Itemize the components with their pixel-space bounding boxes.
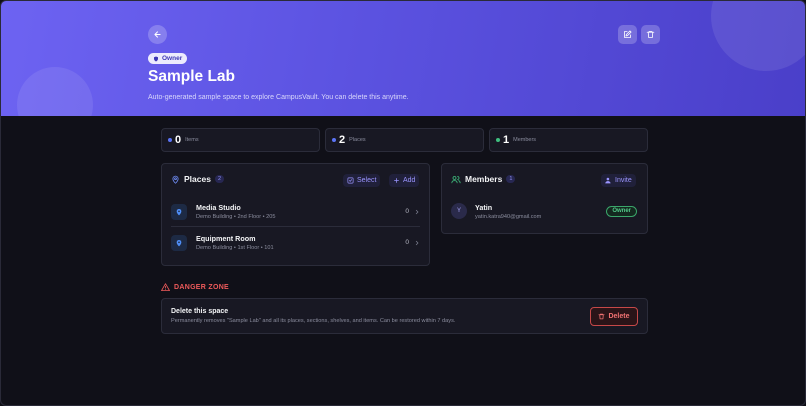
decorative-circle bbox=[17, 67, 93, 116]
select-button[interactable]: Select bbox=[343, 174, 381, 187]
place-location: Demo Building • 2nd Floor • 205 bbox=[196, 214, 276, 220]
row-divider bbox=[171, 226, 420, 227]
stat-dot bbox=[496, 138, 500, 142]
map-pin-icon bbox=[175, 239, 183, 247]
users-icon bbox=[451, 175, 461, 184]
member-row: Y Yatin yatin.katra940@gmail.com Owner bbox=[451, 200, 638, 222]
delete-space-title: Delete this space bbox=[171, 308, 229, 315]
delete-button[interactable]: Delete bbox=[590, 307, 638, 326]
danger-zone-label: DANGER ZONE bbox=[174, 283, 230, 291]
stat-places: 2 Places bbox=[325, 128, 484, 152]
invite-button[interactable]: Invite bbox=[601, 174, 636, 187]
member-name: Yatin bbox=[475, 202, 493, 212]
edit-space-button[interactable] bbox=[618, 25, 637, 44]
plus-icon bbox=[393, 177, 400, 184]
add-place-button[interactable]: Add bbox=[389, 174, 420, 187]
member-email: yatin.katra940@gmail.com bbox=[475, 213, 542, 220]
stat-value: 1 bbox=[503, 134, 510, 146]
back-button[interactable] bbox=[148, 25, 167, 44]
chevron-right-icon bbox=[414, 240, 420, 246]
decorative-circle bbox=[711, 1, 805, 71]
place-info: Equipment Room Demo Building • 1st Floor… bbox=[196, 234, 405, 251]
delete-label: Delete bbox=[608, 313, 630, 320]
space-header: Owner Sample Lab Auto-generated sample s… bbox=[1, 1, 805, 116]
place-row[interactable]: Media Studio Demo Building • 2nd Floor •… bbox=[171, 198, 420, 225]
delete-space-description: Permanently removes "Sample Lab" and all… bbox=[171, 318, 456, 324]
warning-icon bbox=[161, 283, 170, 291]
chevron-right-icon bbox=[414, 209, 420, 215]
place-item-count: 0 bbox=[405, 208, 409, 215]
place-info: Media Studio Demo Building • 2nd Floor •… bbox=[196, 203, 405, 220]
stat-value: 0 bbox=[175, 134, 182, 146]
app-window: Owner Sample Lab Auto-generated sample s… bbox=[0, 0, 806, 406]
add-label: Add bbox=[403, 177, 416, 184]
page-subtitle: Auto-generated sample space to explore C… bbox=[148, 94, 409, 101]
shield-icon bbox=[153, 56, 159, 62]
map-pin-icon bbox=[175, 208, 183, 216]
place-item-count: 0 bbox=[405, 239, 409, 246]
place-icon bbox=[171, 203, 187, 220]
trash-icon bbox=[598, 313, 605, 320]
arrow-left-icon bbox=[153, 30, 162, 39]
place-location: Demo Building • 1st Floor • 101 bbox=[196, 245, 274, 251]
edit-icon bbox=[623, 30, 632, 39]
delete-space-header-button[interactable] bbox=[641, 25, 660, 44]
avatar: Y bbox=[451, 203, 467, 219]
user-plus-icon bbox=[605, 177, 612, 184]
stat-dot bbox=[332, 138, 336, 142]
member-role-badge: Owner bbox=[606, 205, 637, 217]
danger-zone-card: Delete this space Permanently removes "S… bbox=[161, 298, 648, 334]
checkbox-icon bbox=[347, 177, 354, 184]
invite-label: Invite bbox=[615, 177, 632, 184]
stat-label: Items bbox=[185, 137, 199, 143]
places-card: Places 2 Select Add Media Studio Demo Bu… bbox=[161, 163, 430, 266]
members-title: Members bbox=[465, 174, 503, 184]
trash-icon bbox=[646, 30, 655, 39]
danger-zone-heading: DANGER ZONE bbox=[161, 283, 229, 291]
places-count-badge: 2 bbox=[214, 175, 225, 183]
places-header: Places 2 bbox=[171, 174, 225, 184]
place-icon bbox=[171, 234, 187, 251]
page-title: Sample Lab bbox=[148, 68, 235, 85]
place-name: Media Studio bbox=[196, 203, 241, 212]
map-pin-icon bbox=[171, 175, 180, 184]
place-row[interactable]: Equipment Room Demo Building • 1st Floor… bbox=[171, 229, 420, 256]
stat-dot bbox=[168, 138, 172, 142]
role-label: Owner bbox=[162, 55, 183, 62]
stat-label: Places bbox=[349, 137, 366, 143]
members-card: Members 1 Invite Y Yatin yatin.katra940@… bbox=[441, 163, 648, 234]
stat-members: 1 Members bbox=[489, 128, 648, 152]
stat-label: Members bbox=[513, 137, 537, 143]
members-header: Members 1 bbox=[451, 174, 516, 184]
members-count-badge: 1 bbox=[506, 175, 516, 183]
place-name: Equipment Room bbox=[196, 234, 256, 243]
select-label: Select bbox=[357, 177, 377, 184]
member-info: Yatin yatin.katra940@gmail.com bbox=[475, 203, 606, 220]
role-badge: Owner bbox=[148, 53, 188, 64]
stat-value: 2 bbox=[339, 134, 346, 146]
stat-items: 0 Items bbox=[161, 128, 320, 152]
places-title: Places bbox=[184, 174, 211, 184]
